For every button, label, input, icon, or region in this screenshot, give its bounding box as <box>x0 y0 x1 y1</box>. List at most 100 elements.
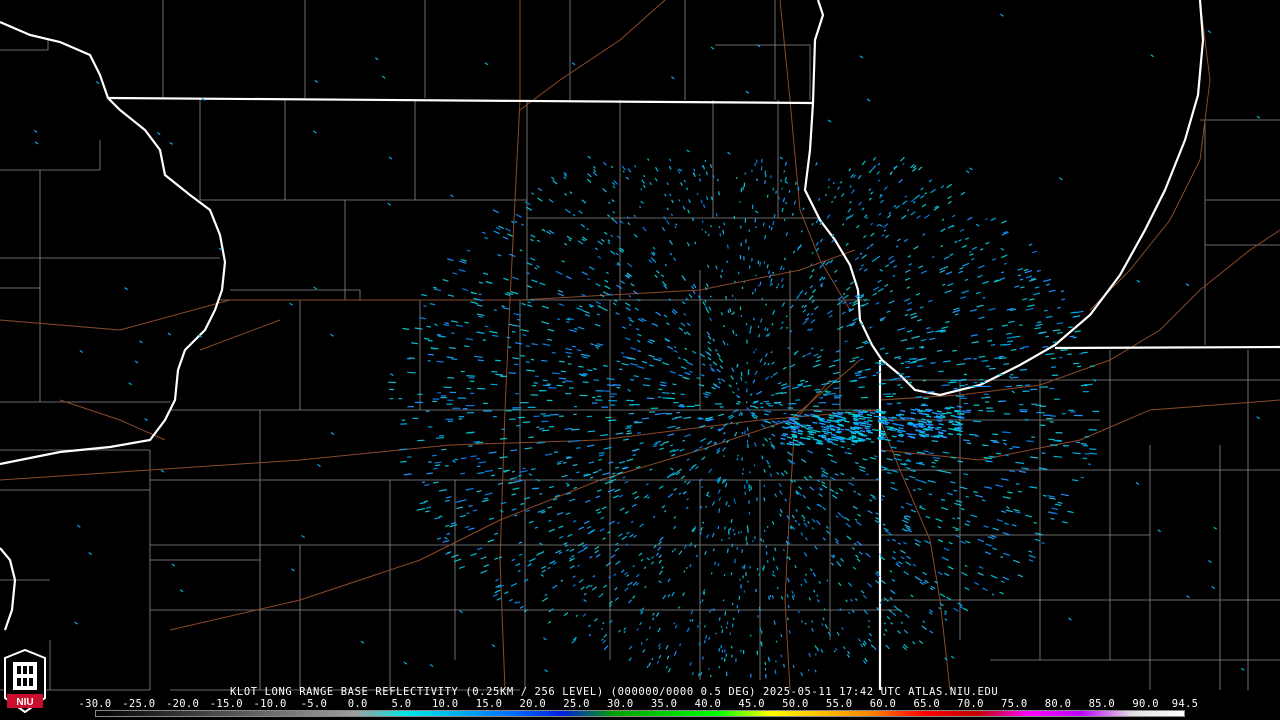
echo-speckle <box>441 448 447 451</box>
echo-speckle <box>918 424 924 427</box>
echo-speckle <box>693 168 696 172</box>
echo-speckle <box>1053 440 1063 442</box>
echo-speckle <box>762 222 765 227</box>
echo-speckle <box>710 572 713 575</box>
echo-speckle <box>888 419 894 422</box>
echo-speckle <box>556 462 562 465</box>
echo-speckle <box>818 422 825 425</box>
echo-speckle <box>864 425 871 428</box>
echo-speckle <box>844 420 850 423</box>
echo-speckle <box>698 673 700 677</box>
echo-speckle <box>797 432 803 435</box>
echo-speckle <box>709 295 712 298</box>
echo-speckle <box>957 429 963 433</box>
echo-speckle <box>892 422 898 426</box>
echo-speckle <box>1067 353 1072 356</box>
echo-speckle <box>424 484 430 486</box>
echo-speckle <box>767 462 770 465</box>
echo-speckle <box>860 358 864 361</box>
echo-speckle <box>718 647 721 652</box>
echo-speckle <box>1033 521 1037 524</box>
echo-speckle <box>612 384 621 386</box>
echo-speckle <box>636 432 641 434</box>
echo-speckle <box>600 390 610 392</box>
echo-speckle <box>450 358 458 360</box>
echo-speckle <box>984 460 990 463</box>
echo-speckle <box>765 545 768 549</box>
echo-speckle <box>757 260 760 265</box>
echo-speckle <box>476 465 481 468</box>
echo-speckle <box>780 634 783 638</box>
reflectivity-colorbar <box>95 710 1185 717</box>
echo-speckle <box>956 517 960 520</box>
echo-speckle <box>982 296 986 299</box>
echo-speckle <box>1019 347 1024 350</box>
echo-speckle <box>824 426 830 430</box>
echo-speckle <box>933 416 939 419</box>
echo-speckle <box>921 421 928 424</box>
echo-speckle <box>763 565 765 569</box>
echo-speckle <box>399 448 408 451</box>
echo-speckle <box>832 412 838 415</box>
echo-speckle <box>782 420 788 423</box>
echo-speckle <box>1019 324 1023 326</box>
echo-speckle <box>928 423 934 426</box>
echo-speckle <box>881 416 887 419</box>
echo-speckle <box>789 425 795 428</box>
echo-speckle <box>759 261 762 267</box>
echo-speckle <box>858 433 864 436</box>
echo-speckle <box>826 431 833 434</box>
echo-speckle <box>724 611 727 616</box>
echo-speckle <box>927 426 933 429</box>
echo-speckle <box>951 423 957 426</box>
echo-speckle <box>832 181 835 185</box>
echo-speckle <box>797 424 804 427</box>
echo-speckle <box>879 430 886 433</box>
echo-speckle <box>766 525 769 528</box>
echo-speckle <box>768 595 770 601</box>
echo-speckle <box>851 440 858 443</box>
echo-speckle <box>1040 467 1045 470</box>
echo-speckle <box>1001 431 1011 434</box>
echo-speckle <box>1068 326 1073 329</box>
echo-speckle <box>834 426 841 429</box>
echo-speckle <box>793 594 796 597</box>
echo-speckle <box>880 410 887 413</box>
echo-speckle <box>411 342 419 345</box>
echo-speckle <box>948 427 954 431</box>
echo-speckle <box>910 408 916 411</box>
echo-speckle <box>956 405 963 408</box>
colorbar-tick-label: 20.0 <box>519 698 546 710</box>
echo-speckle <box>940 414 946 418</box>
echo-speckle <box>905 432 912 436</box>
echo-speckle <box>702 165 704 168</box>
echo-speckle <box>918 422 925 426</box>
echo-speckle <box>426 325 432 328</box>
echo-speckle <box>949 406 955 409</box>
echo-speckle <box>891 435 897 438</box>
echo-speckle <box>453 458 459 461</box>
echo-speckle <box>938 423 944 426</box>
echo-speckle <box>466 375 476 377</box>
echo-speckle <box>708 636 711 641</box>
echo-speckle <box>959 412 965 415</box>
echo-speckle <box>736 365 738 368</box>
echo-speckle <box>835 431 841 434</box>
colorbar-tick-label: 80.0 <box>1044 698 1072 710</box>
echo-speckle <box>814 653 817 656</box>
colorbar-tick-label: 65.0 <box>913 698 940 710</box>
echo-speckle <box>473 440 481 443</box>
echo-speckle <box>776 586 779 590</box>
echo-speckle <box>688 200 691 203</box>
echo-speckle <box>886 428 893 431</box>
colorbar-tick-label: 85.0 <box>1088 698 1116 710</box>
echo-speckle <box>797 430 803 433</box>
echo-speckle <box>882 419 888 422</box>
echo-speckle <box>898 427 904 430</box>
echo-speckle <box>626 425 633 427</box>
echo-speckle <box>869 411 876 415</box>
echo-speckle <box>866 413 873 417</box>
echo-speckle <box>872 374 877 377</box>
echo-speckle <box>934 427 941 431</box>
echo-speckle <box>840 437 846 440</box>
